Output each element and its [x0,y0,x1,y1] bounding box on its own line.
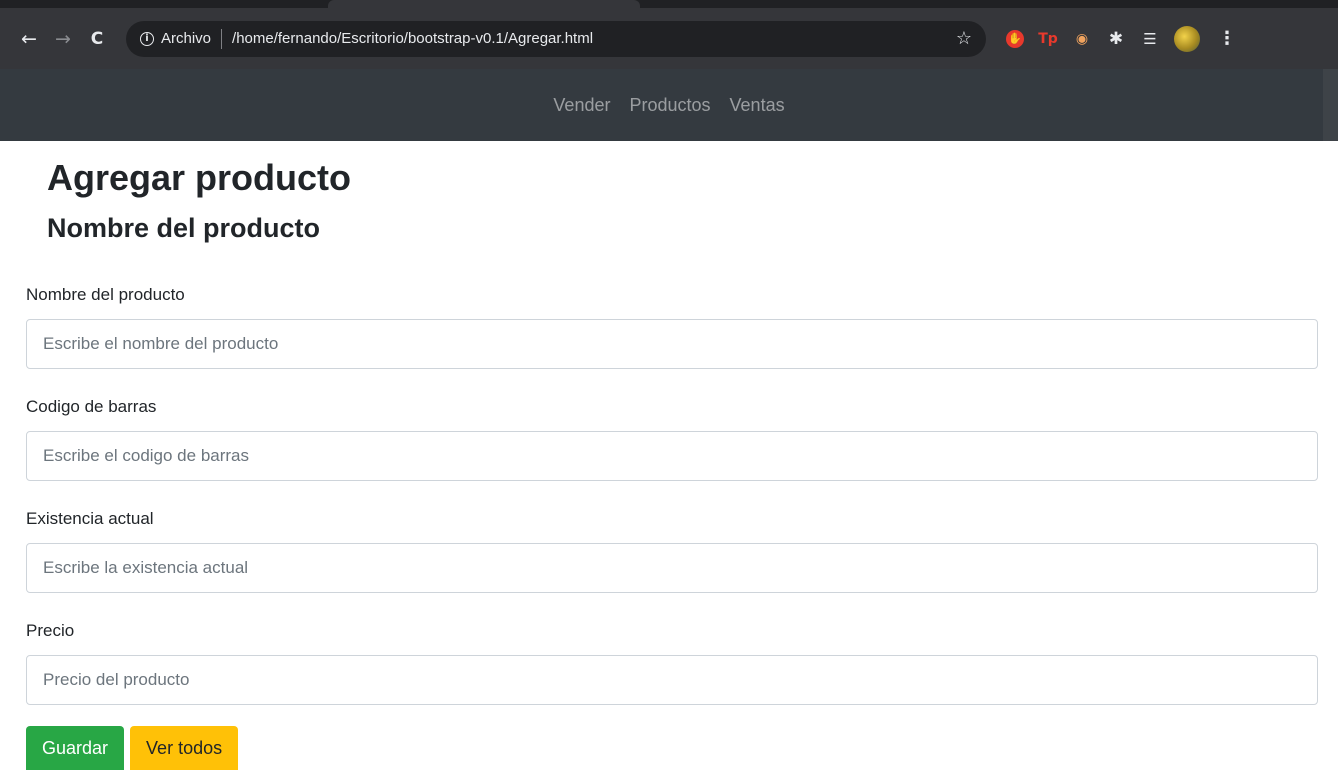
extensions-area: ✋ Tp ◉ ✱ ☰ ⋮ [1006,25,1236,52]
nav-link-ventas[interactable]: Ventas [730,95,785,116]
form-group-barcode: Codigo de barras [26,393,1318,481]
address-scheme-label: Archivo [161,30,212,47]
browser-toolbar: ← → C i Archivo /home/fernando/Escritori… [0,8,1338,69]
puzzle-icon[interactable]: ✱ [1106,29,1126,49]
add-product-form: Nombre del producto Codigo de barras Exi… [26,281,1318,770]
star-icon[interactable]: ☆ [956,28,972,49]
address-bar[interactable]: i Archivo /home/fernando/Escritorio/boot… [126,20,986,57]
stop-icon[interactable]: ✋ [1006,29,1024,48]
active-tab[interactable] [328,0,640,8]
info-icon[interactable]: i [140,31,154,46]
stock-label: Existencia actual [26,509,154,528]
barcode-label: Codigo de barras [26,397,157,416]
stock-input[interactable] [26,543,1318,593]
form-group-name: Nombre del producto [26,281,1318,369]
tp-icon[interactable]: Tp [1038,29,1058,49]
save-button[interactable]: Guardar [26,726,125,770]
price-input[interactable] [26,655,1318,705]
price-label: Precio [26,621,75,640]
address-separator [221,28,223,49]
view-all-button[interactable]: Ver todos [130,726,239,770]
forward-button[interactable]: → [48,24,78,54]
address-url[interactable]: /home/fernando/Escritorio/bootstrap-v0.1… [232,30,593,47]
top-navbar: Vender Productos Ventas [0,69,1338,141]
form-group-stock: Existencia actual [26,505,1318,593]
back-button[interactable]: ← [14,24,44,54]
barcode-input[interactable] [26,431,1318,481]
eyes-icon[interactable]: ◉ [1072,29,1092,49]
reload-button[interactable]: C [82,24,112,54]
form-group-price: Precio [26,617,1318,705]
name-label: Nombre del producto [26,285,185,304]
avatar[interactable] [1174,25,1200,52]
menu-icon[interactable]: ⋮ [1218,28,1236,49]
nav-link-vender[interactable]: Vender [553,95,610,116]
browser-tabstrip [0,0,1338,8]
media-icon[interactable]: ☰ [1140,29,1160,49]
form-actions: Guardar Ver todos [26,726,1318,770]
name-input[interactable] [26,319,1318,369]
nav-link-productos[interactable]: Productos [629,95,710,116]
page-title: Agregar producto [47,157,352,198]
page-subtitle: Nombre del producto [47,213,321,243]
